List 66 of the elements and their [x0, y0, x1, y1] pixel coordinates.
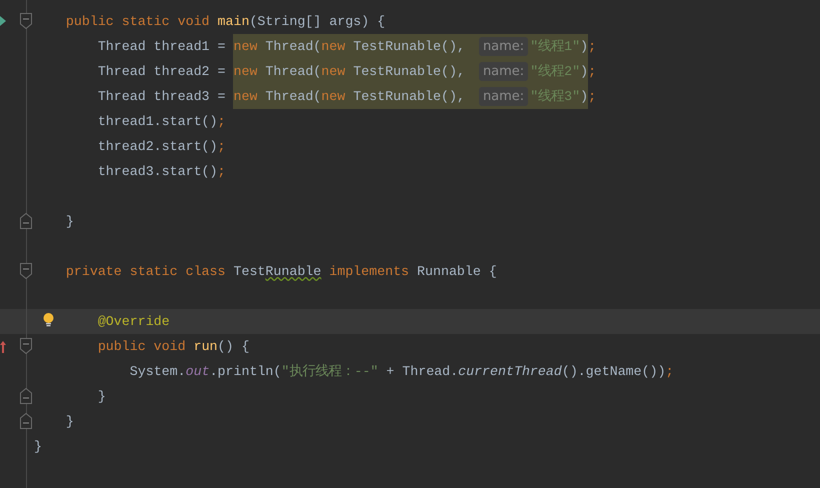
code-text: Thread thread3 = — [98, 88, 226, 106]
string-literal: "线程3" — [530, 84, 580, 109]
code-text: TestRunable(), — [345, 59, 465, 84]
code-text: thread2.start() — [98, 138, 218, 156]
code-text: thread1.start() — [98, 113, 218, 131]
code-text: Test — [233, 263, 266, 281]
static-field: out — [186, 359, 210, 384]
keyword-text: new — [321, 59, 346, 84]
code-text: } — [66, 213, 74, 231]
semicolon: ; — [218, 113, 226, 131]
code-text: Thread thread2 = — [98, 63, 226, 81]
fold-icon[interactable] — [20, 388, 32, 404]
keyword-text: new — [233, 59, 258, 84]
parameter-hint: name: — [464, 34, 530, 59]
code-text: Runnable { — [416, 263, 497, 281]
semicolon: ; — [218, 138, 226, 156]
code-text: } — [34, 438, 42, 456]
keyword-text: public void — [98, 338, 187, 356]
parameter-hint: name: — [464, 84, 530, 109]
code-text: ) — [580, 84, 588, 109]
code-text: Thread( — [257, 34, 322, 59]
misspelled-word: Runable — [265, 263, 322, 281]
overriding-arrow-icon[interactable] — [0, 341, 6, 353]
code-text: ) — [580, 34, 588, 59]
annotation-text: @Override — [98, 313, 170, 331]
semicolon: ; — [218, 163, 226, 181]
code-text: } — [66, 413, 74, 431]
keyword-text: private static class — [66, 263, 226, 281]
code-text: thread3.start() — [98, 163, 218, 181]
code-text: TestRunable(), — [345, 84, 465, 109]
keyword-text: new — [321, 34, 346, 59]
static-method-call: currentThread — [458, 363, 562, 381]
string-literal: "执行线程：--" — [281, 362, 378, 381]
keyword-text: public static void — [66, 13, 211, 31]
code-text: } — [98, 388, 106, 406]
keyword-text: new — [233, 34, 258, 59]
keyword-text: implements — [328, 263, 410, 281]
string-literal: "线程1" — [530, 34, 580, 59]
semicolon: ; — [588, 63, 596, 81]
string-literal: "线程2" — [530, 59, 580, 84]
code-text: .println( — [210, 363, 282, 381]
method-name: main — [218, 13, 250, 31]
keyword-text: new — [321, 84, 346, 109]
code-text: Thread thread1 = — [98, 38, 226, 56]
parameter-hint: name: — [464, 59, 530, 84]
code-text: System. — [130, 363, 186, 381]
semicolon: ; — [666, 363, 674, 381]
code-text: Thread( — [257, 84, 322, 109]
fold-icon[interactable] — [20, 213, 32, 229]
code-text: (String[] args) { — [249, 13, 386, 31]
fold-icon[interactable] — [20, 413, 32, 429]
code-text: () { — [218, 338, 250, 356]
fold-icon[interactable] — [20, 13, 32, 29]
code-text: ) — [580, 59, 588, 84]
code-text: + Thread. — [385, 363, 458, 381]
lightbulb-icon[interactable] — [43, 313, 54, 327]
keyword-text: new — [233, 84, 258, 109]
code-text: ().getName()) — [562, 363, 666, 381]
fold-icon[interactable] — [20, 263, 32, 279]
fold-icon[interactable] — [20, 338, 32, 354]
code-text: TestRunable(), — [345, 34, 465, 59]
method-name: run — [194, 338, 218, 356]
code-text: Thread( — [257, 59, 322, 84]
implemented-marker-icon[interactable] — [0, 16, 6, 26]
semicolon: ; — [588, 88, 596, 106]
semicolon: ; — [588, 38, 596, 56]
